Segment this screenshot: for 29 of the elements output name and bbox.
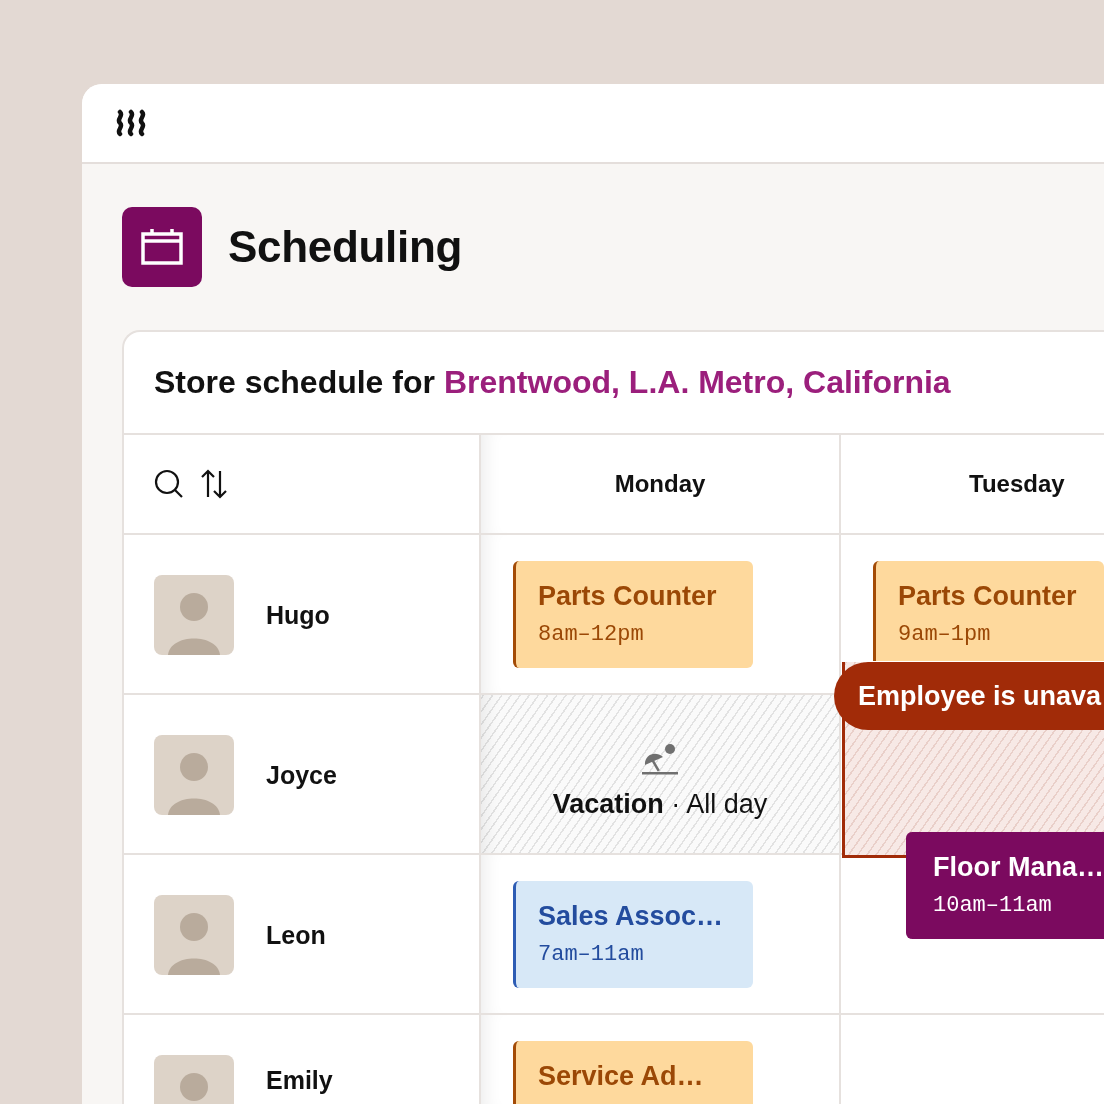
shift-card[interactable]: Floor Mana… 10am–11am bbox=[906, 832, 1104, 939]
shift-title: Parts Counter bbox=[898, 581, 1078, 612]
shift-time: 10am–11am bbox=[933, 893, 1053, 918]
shift-card[interactable]: Sales Assoc… 7am–11am bbox=[513, 881, 753, 988]
employee-name: Joyce bbox=[266, 760, 337, 790]
unavailable-banner: Employee is unava bbox=[834, 662, 1104, 730]
shift-title: Service Ad… bbox=[538, 1061, 705, 1092]
shift-card[interactable]: Service Ad… bbox=[513, 1041, 753, 1104]
schedule-title: Store schedule for bbox=[154, 364, 435, 401]
beach-umbrella-icon bbox=[641, 742, 679, 775]
day-header: Monday bbox=[614, 470, 706, 498]
shift-time: 7am–11am bbox=[538, 942, 645, 967]
employee-name: Leon bbox=[266, 920, 326, 950]
location-link[interactable]: Brentwood, L.A. Metro, California bbox=[443, 364, 951, 401]
day-header: Tuesday bbox=[969, 470, 1065, 498]
shift-title: Floor Mana… bbox=[933, 852, 1104, 883]
shift-time: 9am–1pm bbox=[898, 622, 992, 647]
shift-card[interactable]: Parts Counter 9am–1pm bbox=[873, 561, 1104, 661]
shift-time: 8am–12pm bbox=[538, 622, 645, 647]
employee-name: Hugo bbox=[266, 600, 330, 630]
employee-name: Emily bbox=[266, 1066, 333, 1095]
shift-title: Parts Counter bbox=[538, 581, 718, 612]
vacation-label: Vacation · All day bbox=[552, 788, 768, 820]
search-icon[interactable] bbox=[154, 469, 184, 499]
shift-card[interactable]: Parts Counter 8am–12pm bbox=[513, 561, 753, 668]
calendar-icon bbox=[122, 207, 202, 287]
shift-title: Sales Assoc… bbox=[538, 901, 725, 932]
page-title: Scheduling bbox=[228, 222, 463, 272]
sort-icon[interactable] bbox=[200, 469, 228, 499]
